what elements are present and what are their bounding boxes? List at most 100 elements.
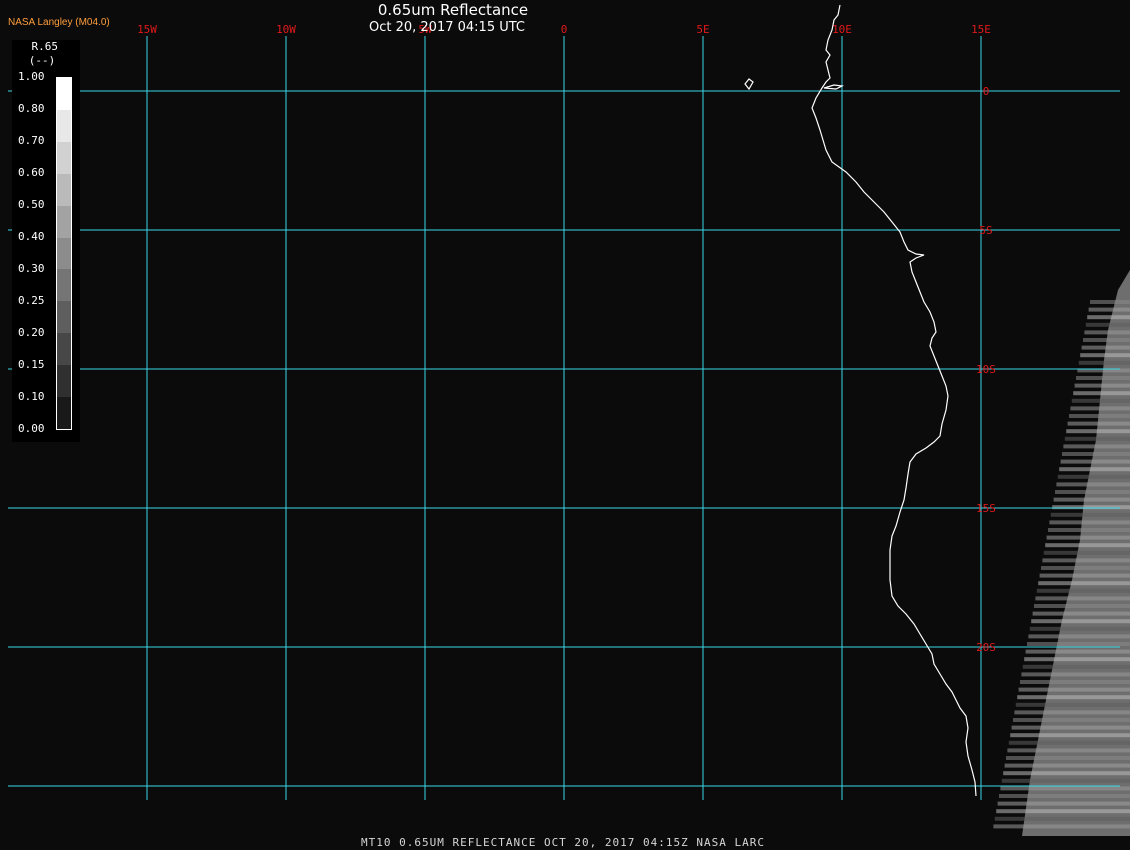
cloud-texture	[1015, 702, 1130, 707]
legend-swatch	[57, 205, 71, 238]
legend-colorbar	[56, 77, 72, 430]
cloud-texture	[1014, 710, 1130, 715]
cloud-texture	[1043, 550, 1130, 555]
cloud-texture	[1085, 322, 1130, 327]
legend-tick-label: 0.80	[18, 102, 45, 115]
cloud-texture	[1027, 642, 1130, 646]
cloud-texture	[1021, 672, 1130, 677]
cloud-texture	[1078, 360, 1130, 365]
cloud-texture	[1083, 338, 1130, 342]
legend-tick-label: 0.00	[18, 422, 45, 435]
cloud-texture	[1029, 626, 1130, 631]
cloud-texture	[1031, 619, 1130, 624]
cloud-texture	[1056, 482, 1130, 487]
cloud-texture	[1035, 596, 1130, 601]
cloud-texture	[1010, 733, 1130, 738]
legend-swatch	[57, 365, 71, 398]
legend-swatch	[57, 397, 71, 429]
cloud-texture	[1018, 687, 1130, 692]
map-title: 0.65um Reflectance	[377, 1, 529, 19]
cloud-texture	[1067, 421, 1130, 426]
cloud-texture	[1003, 771, 1130, 776]
legend-swatch	[57, 301, 71, 334]
cloud-texture	[1053, 497, 1130, 502]
cloud-texture	[1001, 778, 1130, 783]
legend-tick-label: 0.30	[18, 262, 45, 275]
legend-swatch	[57, 78, 71, 110]
legend-name: R.65	[31, 40, 59, 53]
cloud-texture	[997, 801, 1130, 806]
legend-tick-label: 0.40	[18, 230, 45, 243]
cloud-texture	[1074, 383, 1130, 388]
cloud-texture	[1090, 300, 1130, 304]
color-legend: R.65 (--) 1.00 0.80 0.70 0.60 0.50 0.40 0.30 0.…	[12, 40, 80, 442]
cloud-texture	[1088, 307, 1130, 312]
latitude-label: 5S	[979, 224, 992, 237]
cloud-texture	[1064, 436, 1130, 441]
cloud-texture	[1084, 330, 1130, 335]
cloud-texture	[1052, 505, 1130, 510]
cloud-texture	[1006, 756, 1130, 760]
cloud-texture	[996, 809, 1130, 814]
legend-unit: (--)	[28, 54, 56, 67]
cloud-texture	[1013, 718, 1130, 722]
latitude-label: 15S	[976, 502, 996, 515]
cloud-texture	[1063, 444, 1130, 449]
footer-caption: MT10 0.65UM REFLECTANCE OCT 20, 2017 04:…	[361, 836, 765, 849]
latitude-label: 20S	[976, 641, 996, 654]
cloud-texture	[1062, 452, 1130, 456]
cloud-texture	[1036, 588, 1130, 593]
legend-swatch	[57, 173, 71, 206]
cloud-texture	[1081, 345, 1130, 350]
cloud-texture	[1024, 657, 1130, 662]
cloud-texture	[1080, 353, 1130, 358]
cloud-texture	[1070, 406, 1130, 411]
cloud-texture	[1045, 543, 1130, 548]
cloud-texture	[1071, 398, 1130, 403]
legend-swatch	[57, 333, 71, 366]
cloud-texture	[993, 824, 1130, 829]
cloud-texture	[1069, 414, 1130, 418]
cloud-texture	[1042, 558, 1130, 563]
legend-tick-label: 0.10	[18, 390, 45, 403]
latitude-label: 10S	[976, 363, 996, 376]
legend-tick-label: 0.25	[18, 294, 45, 307]
legend-swatch	[57, 109, 71, 142]
legend-swatch	[57, 237, 71, 270]
cloud-texture	[1076, 376, 1130, 380]
cloud-texture	[1028, 634, 1130, 639]
legend-swatch	[57, 269, 71, 302]
cloud-texture	[994, 816, 1130, 821]
legend-swatch	[57, 141, 71, 174]
cloud-texture	[1048, 528, 1130, 532]
cloud-texture	[1059, 467, 1130, 472]
cloud-texture	[1025, 649, 1130, 654]
satellite-map: 15W 10W 5W 0 5E 10E 15E05S10S15S20S	[0, 0, 1130, 850]
cloud-texture	[1073, 391, 1130, 396]
cloud-texture	[1022, 664, 1130, 669]
latitude-label: 0	[983, 85, 990, 98]
cloud-texture	[1046, 535, 1130, 540]
legend-tick-label: 0.15	[18, 358, 45, 371]
cloud-texture	[1011, 725, 1130, 730]
cloud-texture	[1004, 763, 1130, 768]
cloud-texture	[1039, 573, 1130, 578]
map-background	[0, 0, 1130, 850]
cloud-texture	[1066, 429, 1130, 434]
cloud-texture	[1034, 604, 1130, 608]
cloud-texture	[1041, 566, 1130, 570]
cloud-texture	[1017, 695, 1130, 700]
legend-tick-label: 0.70	[18, 134, 45, 147]
cloud-texture	[1038, 581, 1130, 586]
cloud-texture	[1055, 490, 1130, 494]
cloud-texture	[999, 794, 1130, 798]
cloud-texture	[1057, 474, 1130, 479]
cloud-texture	[1020, 680, 1130, 684]
cloud-texture	[1060, 459, 1130, 464]
cloud-texture	[1032, 611, 1130, 616]
brand-label: NASA Langley (M04.0)	[8, 17, 110, 28]
legend-tick-label: 0.60	[18, 166, 45, 179]
legend-tick-label: 0.50	[18, 198, 45, 211]
cloud-texture	[1050, 512, 1130, 517]
legend-tick-label: 0.20	[18, 326, 45, 339]
